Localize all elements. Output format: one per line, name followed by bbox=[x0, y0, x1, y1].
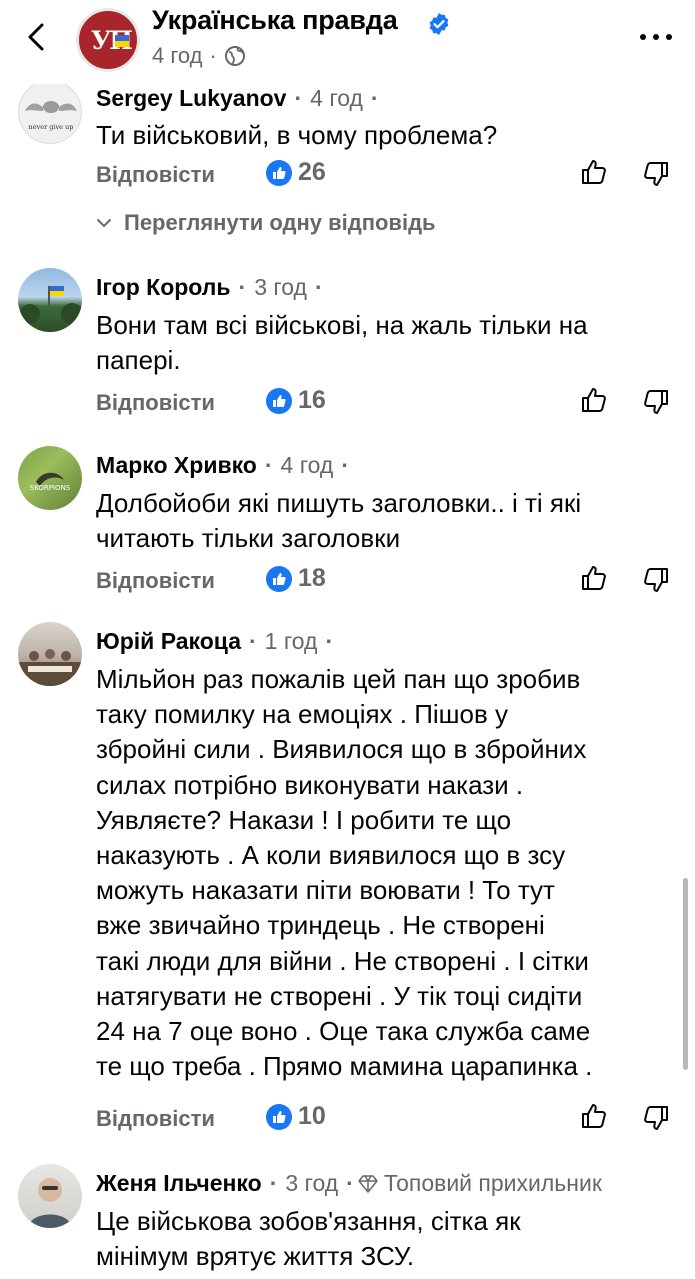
svg-text:SKORPIONS: SKORPIONS bbox=[30, 484, 71, 492]
like-count-value: 26 bbox=[298, 158, 326, 186]
wings-emblem-icon: never give up bbox=[25, 101, 77, 131]
scrollbar[interactable] bbox=[683, 878, 688, 1070]
commenter-avatar[interactable]: SKORPIONS bbox=[18, 446, 82, 510]
comment-header: Ігор Король · 3 год · bbox=[96, 274, 323, 301]
separator: · bbox=[325, 628, 334, 654]
author-name[interactable]: Sergey Lukyanov bbox=[96, 85, 286, 112]
reply-button[interactable]: Відповісти bbox=[96, 568, 215, 594]
comment-actions: Відповісти 18 bbox=[96, 564, 676, 600]
like-icon bbox=[266, 1103, 292, 1130]
page-name[interactable]: Українська правда bbox=[152, 5, 398, 36]
thumbs-down-icon[interactable] bbox=[642, 1104, 670, 1132]
thumbs-down-icon[interactable] bbox=[642, 388, 670, 416]
like-icon bbox=[266, 565, 292, 592]
like-count: 16 bbox=[266, 386, 326, 415]
comment-text: Долбойоби які пишуть заголовки.. і ті як… bbox=[96, 488, 582, 554]
post-meta: 4 год · bbox=[152, 43, 246, 69]
comment-time: 4 год bbox=[310, 85, 363, 111]
author-name[interactable]: Женя Ільченко bbox=[96, 1170, 262, 1197]
thumbs-up-icon[interactable] bbox=[580, 386, 608, 414]
top-fan-badge: Топовий прихильник bbox=[358, 1170, 602, 1197]
reply-button[interactable]: Відповісти bbox=[96, 162, 215, 188]
like-count: 18 bbox=[266, 564, 326, 593]
more-icon[interactable] bbox=[638, 28, 674, 44]
page-avatar[interactable]: УП bbox=[76, 8, 140, 72]
svg-text:never give up: never give up bbox=[29, 123, 74, 131]
comment-text: Це військова зобов'язання, сітка як міні… bbox=[96, 1206, 521, 1272]
diamond-icon bbox=[358, 1174, 378, 1193]
view-replies-label: Переглянути одну відповідь bbox=[124, 210, 436, 235]
like-count: 26 bbox=[266, 158, 326, 187]
author-name[interactable]: Ігор Король bbox=[96, 274, 231, 301]
separator: · bbox=[314, 274, 323, 300]
comment-actions: Відповісти 10 bbox=[96, 1102, 676, 1138]
badge-label: Топовий прихильник bbox=[383, 1170, 602, 1196]
back-arrow-icon[interactable] bbox=[22, 22, 52, 52]
like-count: 10 bbox=[266, 1102, 326, 1131]
like-icon bbox=[266, 387, 292, 414]
comment-header: Марко Хривко · 4 год · bbox=[96, 452, 349, 479]
thumbs-up-icon[interactable] bbox=[580, 158, 608, 186]
like-count-value: 16 bbox=[298, 386, 326, 414]
comment-time: 3 год bbox=[254, 274, 307, 300]
comment-text: Вони там всі військові, на жаль тільки н… bbox=[96, 310, 588, 376]
thumbs-up-icon[interactable] bbox=[580, 564, 608, 592]
separator: · bbox=[370, 85, 379, 111]
separator: · bbox=[346, 1170, 354, 1196]
post-time: 4 год bbox=[152, 43, 203, 68]
separator: · bbox=[294, 85, 303, 111]
author-name[interactable]: Марко Хривко bbox=[96, 452, 257, 479]
comment-text: Мільйон раз пожалів цей пан що зробив та… bbox=[96, 664, 593, 1082]
comment-text: Ти військовий, в чому проблема? bbox=[96, 120, 498, 150]
comment-time: 4 год bbox=[280, 452, 334, 478]
meta-separator: · bbox=[209, 43, 217, 68]
separator: · bbox=[238, 274, 247, 300]
commenter-avatar[interactable]: never give up bbox=[18, 80, 82, 144]
commenter-avatar[interactable] bbox=[18, 268, 82, 332]
thumbs-up-icon[interactable] bbox=[580, 1102, 608, 1130]
chevron-down-icon bbox=[97, 219, 111, 228]
scorpion-photo: SKORPIONS bbox=[30, 472, 71, 492]
ukraine-flag-icon bbox=[115, 35, 129, 47]
like-count-value: 10 bbox=[298, 1102, 326, 1130]
post-header: УП Українська правда 4 год · bbox=[0, 0, 695, 84]
thumbs-down-icon[interactable] bbox=[642, 566, 670, 594]
comment-header: Sergey Lukyanov · 4 год · bbox=[96, 85, 379, 112]
separator: · bbox=[249, 628, 257, 654]
reply-button[interactable]: Відповісти bbox=[96, 1106, 215, 1132]
globe-icon bbox=[224, 46, 245, 66]
comment-time: 1 год bbox=[264, 628, 318, 654]
view-replies-button[interactable]: Переглянути одну відповідь bbox=[96, 210, 436, 236]
reply-button[interactable]: Відповісти bbox=[96, 390, 215, 416]
separator: · bbox=[341, 452, 349, 478]
flag-photo bbox=[20, 286, 82, 325]
separator: · bbox=[269, 1170, 278, 1196]
group-photo bbox=[18, 649, 82, 686]
author-name[interactable]: Юрій Ракоца bbox=[96, 628, 241, 655]
commenter-avatar[interactable] bbox=[18, 1164, 82, 1228]
verified-icon bbox=[429, 13, 449, 35]
comment-header: Юрій Ракоца · 1 год · bbox=[96, 628, 333, 655]
comment-actions: Відповісти 16 bbox=[96, 386, 676, 422]
like-icon bbox=[266, 159, 292, 186]
like-count-value: 18 bbox=[298, 564, 326, 592]
thumbs-down-icon[interactable] bbox=[642, 160, 670, 188]
person-photo bbox=[28, 1178, 72, 1228]
separator: · bbox=[264, 452, 273, 478]
commenter-avatar[interactable] bbox=[18, 622, 82, 686]
comment-actions: Відповісти 26 bbox=[96, 158, 676, 194]
comment-header: Женя Ільченко · 3 год · Топовий прихильн… bbox=[96, 1170, 602, 1197]
comment-time: 3 год bbox=[285, 1170, 339, 1196]
